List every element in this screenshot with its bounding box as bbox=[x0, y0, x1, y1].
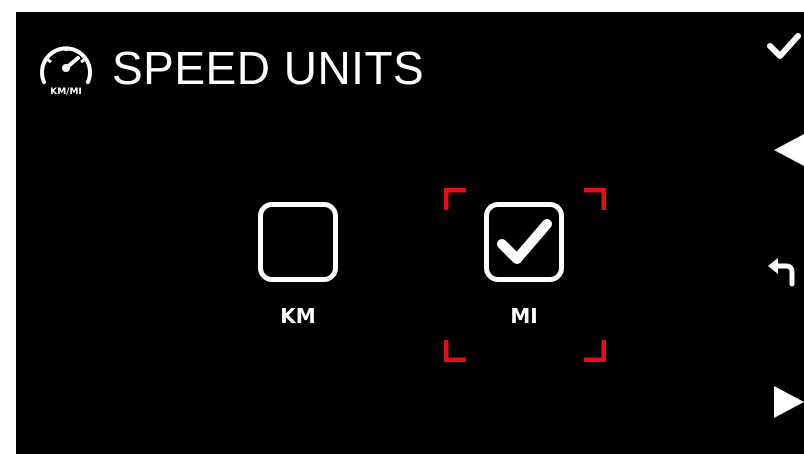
option-km[interactable]: KM bbox=[248, 202, 348, 352]
speedometer-icon: KM/MI bbox=[40, 46, 92, 97]
speedometer-caption: KM/MI bbox=[50, 87, 82, 97]
km-checkbox[interactable] bbox=[258, 202, 338, 282]
left-arrow-icon[interactable] bbox=[764, 130, 804, 170]
km-label: KM bbox=[280, 304, 316, 328]
page-title: SPEED UNITS bbox=[112, 42, 425, 94]
right-arrow-icon[interactable] bbox=[764, 382, 804, 422]
device-screen: KM/MI SPEED UNITS KM MI bbox=[16, 12, 804, 454]
back-return-icon[interactable] bbox=[764, 250, 804, 290]
device-frame: KM/MI SPEED UNITS KM MI bbox=[0, 0, 804, 454]
confirm-checkmark-icon[interactable] bbox=[764, 26, 804, 66]
screen-header: KM/MI SPEED UNITS bbox=[36, 38, 424, 98]
selection-highlight bbox=[444, 188, 606, 362]
